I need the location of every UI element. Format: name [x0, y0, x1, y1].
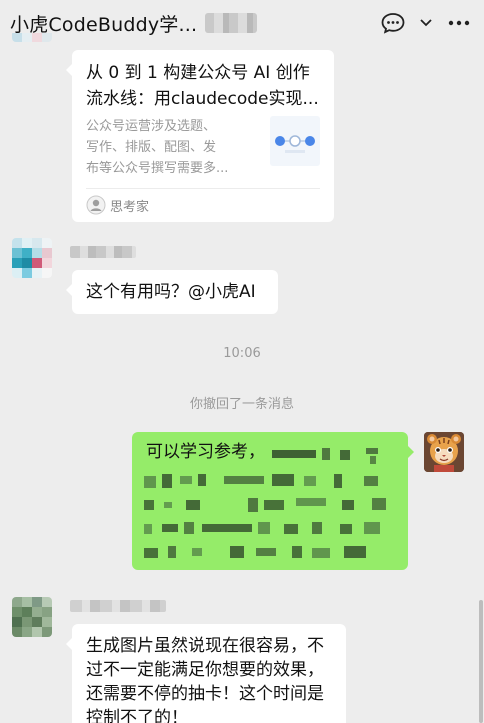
recall-notice: 你撤回了一条消息 — [189, 397, 294, 412]
chevron-down-icon[interactable] — [418, 8, 434, 38]
article-source: 思考家 — [86, 195, 149, 215]
avatar[interactable] — [12, 597, 52, 637]
card-divider — [86, 188, 320, 189]
time-divider: 10:06 — [223, 346, 261, 361]
speech-bubble-icon[interactable] — [378, 8, 408, 38]
article-card[interactable]: 从 0 到 1 构建公众号 AI 创作 流水线：用claudecode实现...… — [66, 50, 334, 222]
message-text-line: 控制不了的！ — [86, 708, 188, 723]
message-bubble[interactable]: 这个有用吗？@小虎AI — [66, 270, 278, 314]
scrollbar[interactable] — [479, 600, 483, 723]
message-text-line: 过不一定能满足你想要的效果， — [86, 660, 324, 680]
article-description-line: 写作、排版、配图、发 — [86, 140, 217, 155]
article-source-name: 思考家 — [110, 199, 150, 215]
sender-name-blurred — [70, 246, 136, 258]
avatar[interactable] — [12, 238, 52, 278]
header-actions — [378, 8, 474, 38]
message-text: 这个有用吗？@小虎AI — [86, 282, 256, 302]
title-blurred-region — [205, 13, 258, 33]
sender-name-blurred — [70, 600, 166, 612]
article-thumbnail — [270, 116, 320, 166]
article-description-line: 公众号运营涉及选题、 — [86, 119, 217, 134]
message-text-line: 生成图片虽然说现在很容易，不 — [86, 636, 324, 656]
chat-header: 小虎CodeBuddy学... — [0, 0, 484, 46]
article-title-line: 流水线：用claudecode实现... — [86, 89, 319, 109]
message-bubble[interactable]: 生成图片虽然说现在很容易，不 过不一定能满足你想要的效果， 还需要不停的抽卡！这… — [66, 624, 346, 723]
message-text-line: 还需要不停的抽卡！这个时间是 — [86, 684, 324, 704]
more-horizontal-icon[interactable] — [444, 8, 474, 38]
article-description-line: 布等公众号撰写需要多... — [86, 161, 229, 176]
source-avatar-icon — [86, 195, 106, 215]
my-message-bubble[interactable]: 可以学习参考， — [132, 432, 414, 570]
my-avatar[interactable] — [424, 432, 464, 472]
article-title-line: 从 0 到 1 构建公众号 AI 创作 — [86, 63, 310, 83]
avatar[interactable] — [12, 30, 52, 42]
message-mosaic — [144, 448, 386, 558]
